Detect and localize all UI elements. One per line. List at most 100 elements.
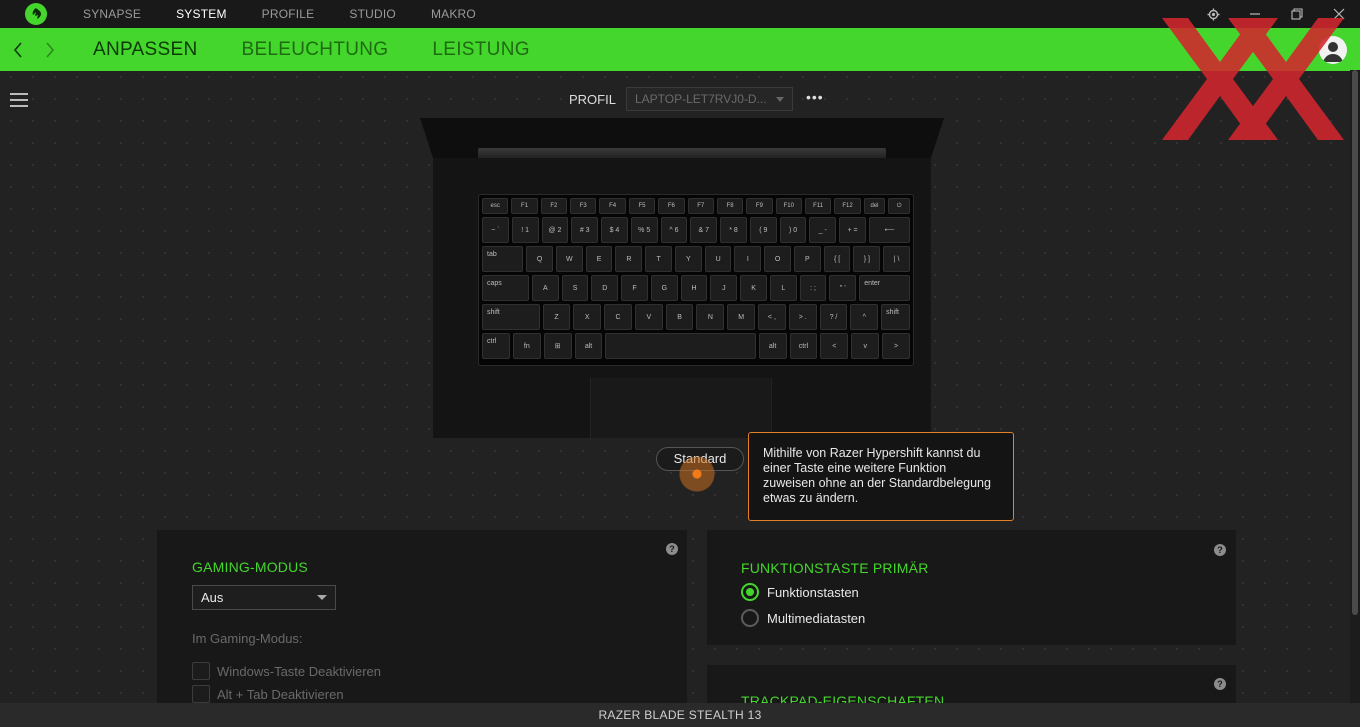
key-slash[interactable]: ? / [819, 304, 848, 330]
key-f6[interactable]: F6 [658, 198, 685, 214]
forward-arrow-icon[interactable] [40, 40, 60, 60]
key-a[interactable]: A [531, 275, 559, 301]
key-v[interactable]: V [634, 304, 663, 330]
key-f[interactable]: F [621, 275, 648, 301]
key-comma[interactable]: < , [758, 304, 786, 330]
help-icon[interactable]: ? [666, 543, 678, 555]
key-f3[interactable]: F3 [570, 198, 597, 214]
profile-dropdown[interactable]: LAPTOP-LET7RVJ0-D... [626, 87, 793, 111]
key-4[interactable]: $ 4 [601, 217, 628, 243]
minimize-icon[interactable] [1234, 0, 1276, 28]
key-e[interactable]: E [585, 246, 613, 272]
key-bracket-left[interactable]: { [ [823, 246, 851, 272]
top-tab-profile[interactable]: PROFILE [262, 7, 315, 21]
key-6[interactable]: ^ 6 [660, 217, 688, 243]
key-l[interactable]: L [769, 275, 797, 301]
key-2[interactable]: @ 2 [541, 217, 569, 243]
key-space[interactable] [605, 333, 756, 359]
key-8[interactable]: * 8 [720, 217, 747, 243]
restore-icon[interactable] [1276, 0, 1318, 28]
checkbox-windows-key[interactable] [192, 662, 210, 680]
key-caps[interactable]: caps [482, 275, 529, 301]
key-alt-right[interactable]: alt [758, 333, 787, 359]
key-ctrl-right[interactable]: ctrl [789, 333, 818, 359]
checkbox-alt-tab[interactable] [192, 685, 210, 703]
key-s[interactable]: S [561, 275, 589, 301]
key-arrow-right[interactable]: > [882, 333, 910, 359]
gaming-mode-dropdown[interactable]: Aus [192, 585, 336, 610]
radio-function-keys[interactable] [741, 583, 759, 601]
key-b[interactable]: B [665, 304, 694, 330]
key-f9[interactable]: F9 [746, 198, 773, 214]
more-options-icon[interactable]: ••• [806, 90, 826, 106]
scrollbar[interactable] [1350, 70, 1360, 703]
key-i[interactable]: I [734, 246, 762, 272]
key-7[interactable]: & 7 [690, 217, 718, 243]
tab-beleuchtung[interactable]: BELEUCHTUNG [241, 39, 388, 61]
key-power[interactable]: ⏻ [888, 198, 911, 214]
key-3[interactable]: # 3 [571, 217, 599, 243]
key-o[interactable]: O [764, 246, 791, 272]
tab-anpassen[interactable]: ANPASSEN [93, 39, 197, 61]
key-tab[interactable]: tab [482, 246, 524, 272]
key-h[interactable]: H [680, 275, 708, 301]
key-f10[interactable]: F10 [775, 198, 802, 214]
key-u[interactable]: U [704, 246, 732, 272]
gear-icon[interactable] [1192, 0, 1234, 28]
key-arrow-left[interactable]: < [820, 333, 849, 359]
tab-leistung[interactable]: LEISTUNG [432, 39, 529, 61]
key-arrow-up[interactable]: ^ [850, 304, 879, 330]
key-f7[interactable]: F7 [687, 198, 714, 214]
key-f4[interactable]: F4 [599, 198, 626, 214]
top-tab-makro[interactable]: MAKRO [431, 7, 476, 21]
key-w[interactable]: W [555, 246, 583, 272]
help-icon[interactable]: ? [1214, 544, 1226, 556]
key-k[interactable]: K [740, 275, 767, 301]
key-0[interactable]: ) 0 [779, 217, 807, 243]
key-shift-right[interactable]: shift [881, 304, 910, 330]
key-g[interactable]: G [650, 275, 678, 301]
radio-multimedia-keys[interactable] [741, 609, 759, 627]
key-period[interactable]: > . [788, 304, 817, 330]
top-tab-synapse[interactable]: SYNAPSE [83, 7, 141, 21]
key-n[interactable]: N [696, 304, 725, 330]
key-x[interactable]: X [573, 304, 602, 330]
key-fn[interactable]: fn [512, 333, 541, 359]
key-backslash[interactable]: | \ [883, 246, 910, 272]
key-f8[interactable]: F8 [716, 198, 744, 214]
menu-icon[interactable] [10, 93, 28, 107]
key-j[interactable]: J [710, 275, 738, 301]
key-semicolon[interactable]: : ; [799, 275, 827, 301]
key-9[interactable]: ( 9 [749, 217, 777, 243]
key-1[interactable]: ! 1 [511, 217, 539, 243]
key-f1[interactable]: F1 [511, 198, 538, 214]
key-shift-left[interactable]: shift [482, 304, 540, 330]
help-icon[interactable]: ? [1214, 678, 1226, 690]
key-del[interactable]: del [863, 198, 886, 214]
key-alt-left[interactable]: alt [574, 333, 603, 359]
top-tab-studio[interactable]: STUDIO [349, 7, 396, 21]
key-f5[interactable]: F5 [628, 198, 656, 214]
key-f11[interactable]: F11 [804, 198, 832, 214]
key-equals[interactable]: + = [839, 217, 866, 243]
key-quote[interactable]: " ' [829, 275, 857, 301]
key-arrow-down[interactable]: v [851, 333, 880, 359]
key-minus[interactable]: _ - [809, 217, 837, 243]
key-z[interactable]: Z [542, 304, 571, 330]
key-r[interactable]: R [615, 246, 643, 272]
key-y[interactable]: Y [674, 246, 702, 272]
scrollbar-thumb[interactable] [1352, 70, 1358, 615]
user-avatar-icon[interactable] [1319, 36, 1347, 64]
key-backspace[interactable]: ⟵ [868, 217, 910, 243]
key-windows[interactable]: ⊞ [543, 333, 572, 359]
key-t[interactable]: T [645, 246, 672, 272]
top-tab-system[interactable]: SYSTEM [176, 7, 227, 21]
key-d[interactable]: D [591, 275, 619, 301]
key-5[interactable]: % 5 [630, 217, 658, 243]
close-icon[interactable] [1318, 0, 1360, 28]
key-q[interactable]: Q [526, 246, 553, 272]
key-p[interactable]: P [793, 246, 821, 272]
key-f2[interactable]: F2 [540, 198, 568, 214]
key-esc[interactable]: esc [482, 198, 509, 214]
key-enter[interactable]: enter [859, 275, 910, 301]
